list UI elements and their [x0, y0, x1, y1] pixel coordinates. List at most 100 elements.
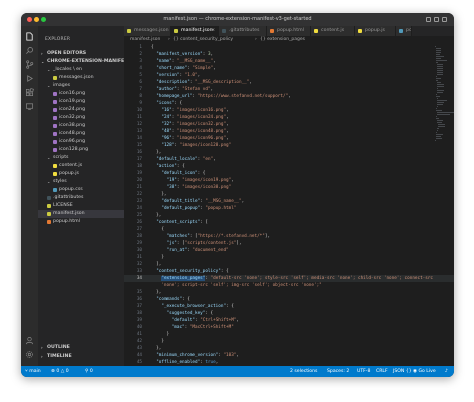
file-item[interactable]: popup.css: [38, 186, 124, 194]
files-icon[interactable]: [25, 32, 34, 41]
code-line[interactable]: 16 },: [124, 149, 454, 156]
code-line[interactable]: 4 "short_name": "Simple",: [124, 65, 454, 72]
folder-item[interactable]: ⌄ _locales \ en: [38, 66, 124, 74]
code-line[interactable]: 19 "default_icon": {: [124, 170, 454, 177]
code-line[interactable]: 34 "extension_pages": "default-src 'none…: [124, 275, 454, 282]
run-debug-icon[interactable]: [25, 74, 34, 83]
file-item[interactable]: popup.html: [38, 218, 124, 226]
code-line[interactable]: 2 "manifest_version": 3,: [124, 51, 454, 58]
code-line[interactable]: 1{: [124, 44, 454, 51]
code-line[interactable]: 42 }: [124, 338, 454, 345]
breadcrumb-csp[interactable]: {} content_security_policy: [173, 36, 233, 44]
code-line[interactable]: 35 },: [124, 289, 454, 296]
code-line[interactable]: 18 "action": {: [124, 163, 454, 170]
encoding-status[interactable]: UTF-8: [357, 366, 370, 377]
code-line[interactable]: 39 "default": "Ctrl+Shift+M",: [124, 317, 454, 324]
breadcrumb-file[interactable]: manifest.json: [130, 36, 160, 44]
code-line[interactable]: 30 "run_at": "document_end": [124, 247, 454, 254]
file-item[interactable]: icon16.png: [38, 90, 124, 98]
code-line[interactable]: 13 "48": "images/icon48.png",: [124, 128, 454, 135]
code-line[interactable]: 36 "commands": {: [124, 296, 454, 303]
tab-po[interactable]: po: [396, 26, 412, 36]
toggle-panel-icon[interactable]: [434, 17, 439, 22]
file-item[interactable]: popup.js: [38, 170, 124, 178]
file-item[interactable]: manifest.json: [38, 210, 124, 218]
source-control-icon[interactable]: [25, 60, 34, 69]
code-line[interactable]: 28 "matches": ["https://*.stefanvd.net/*…: [124, 233, 454, 240]
code-editor[interactable]: 1{2 "manifest_version": 3, 3 "name": "__M…: [124, 44, 454, 366]
file-item[interactable]: content.js: [38, 162, 124, 170]
file-item[interactable]: .gitattributes: [38, 194, 124, 202]
tab-gitattributes[interactable]: .gitattributes: [219, 26, 267, 36]
code-line[interactable]: 26 "content_scripts": [: [124, 219, 454, 226]
tab-manifest-json[interactable]: manifest.json ×: [171, 26, 219, 36]
settings-gear-icon[interactable]: [25, 350, 34, 359]
go-live-button[interactable]: ◉ Go Live: [413, 366, 436, 377]
file-item[interactable]: icon48.png: [38, 130, 124, 138]
code-line[interactable]: 7 "author": "Stefan vd",: [124, 86, 454, 93]
code-line[interactable]: 32 ],: [124, 261, 454, 268]
code-line[interactable]: 25 },: [124, 212, 454, 219]
file-item[interactable]: icon96.png: [38, 138, 124, 146]
code-line[interactable]: 41 }: [124, 331, 454, 338]
timeline-section[interactable]: › TIMELINE: [38, 353, 124, 361]
code-line[interactable]: 6 "description": "__MSG_description__",: [124, 79, 454, 86]
file-item[interactable]: icon32.png: [38, 114, 124, 122]
outline-section[interactable]: › OUTLINE: [38, 344, 124, 352]
code-line[interactable]: 5 "version": "1.0",: [124, 72, 454, 79]
code-line[interactable]: 43 },: [124, 345, 454, 352]
file-item[interactable]: icon19.png: [38, 98, 124, 106]
code-line[interactable]: 17 "default_locale": "en",: [124, 156, 454, 163]
remote-explorer-icon[interactable]: [25, 102, 34, 111]
extensions-icon[interactable]: [25, 88, 34, 97]
code-line[interactable]: 31 }: [124, 254, 454, 261]
code-line[interactable]: 45 "offline_enabled": true,: [124, 359, 454, 366]
code-line[interactable]: 29 "js": ["scripts/content.js"],: [124, 240, 454, 247]
search-icon[interactable]: [25, 46, 34, 55]
code-line[interactable]: 12 "32": "images/icon32.png",: [124, 121, 454, 128]
file-item[interactable]: messages.json: [38, 74, 124, 82]
breadcrumb-extension-pages[interactable]: {} extension_pages: [260, 36, 305, 44]
code-line[interactable]: 27 {: [124, 226, 454, 233]
ports-status[interactable]: ⚲ 0: [85, 366, 93, 377]
indentation-status[interactable]: Spaces: 2: [327, 366, 349, 377]
code-line[interactable]: 20 "19": "images/icon19.png",: [124, 177, 454, 184]
tab-popup-js[interactable]: popup.js: [355, 26, 396, 36]
toggle-secondary-sidebar-icon[interactable]: [442, 17, 447, 22]
problems-status[interactable]: ⊗ 0 △ 0: [51, 366, 69, 377]
minimap[interactable]: [434, 44, 454, 194]
folder-item[interactable]: ⌄ styles: [38, 178, 124, 186]
code-line[interactable]: 9 "icons": {: [124, 100, 454, 107]
branch-status[interactable]: ⑂ main: [25, 366, 41, 377]
file-item[interactable]: icon38.png: [38, 122, 124, 130]
close-tab-icon[interactable]: ×: [211, 26, 215, 36]
workspace-section[interactable]: ⌄ CHROME-EXTENSION-MANIFEST...: [38, 58, 124, 66]
code-line[interactable]: 44 "minimum_chrome_version": "103",: [124, 352, 454, 359]
code-line[interactable]: 15 "128": "images/icon128.png": [124, 142, 454, 149]
tab-messages-json[interactable]: messages.json: [124, 26, 171, 36]
language-mode-status[interactable]: JSON {}: [393, 366, 412, 377]
code-line[interactable]: 8 "homepage_url": "https://www.stefanvd.…: [124, 93, 454, 100]
code-line[interactable]: 40 "mac": "MacCtrl+Shift+M": [124, 324, 454, 331]
selection-status[interactable]: 2 selections: [290, 366, 317, 377]
code-line[interactable]: 38 "suggested_key": {: [124, 310, 454, 317]
notifications-bell-icon[interactable]: ♪: [445, 366, 448, 377]
file-item[interactable]: icon128.png: [38, 146, 124, 154]
toggle-primary-sidebar-icon[interactable]: [426, 17, 431, 22]
code-line[interactable]: 37 "_execute_browser_action": {: [124, 303, 454, 310]
code-line[interactable]: 10 "16": "images/icon16.png",: [124, 107, 454, 114]
eol-status[interactable]: CRLF: [376, 366, 388, 377]
code-line[interactable]: 3 "name": "__MSG_name__",: [124, 58, 454, 65]
folder-item[interactable]: ⌄ scripts: [38, 154, 124, 162]
file-item[interactable]: LICENSE: [38, 202, 124, 210]
tab-popup-html[interactable]: popup.html: [267, 26, 311, 36]
open-editors-section[interactable]: › OPEN EDITORS: [38, 50, 124, 58]
file-item[interactable]: icon24.png: [38, 106, 124, 114]
code-line[interactable]: 23 "default_title": "__MSG_name__",: [124, 198, 454, 205]
folder-item[interactable]: ⌄ images: [38, 82, 124, 90]
code-line[interactable]: 33 "content_security_policy": {: [124, 268, 454, 275]
code-line[interactable]: 22 },: [124, 191, 454, 198]
account-icon[interactable]: [25, 336, 34, 345]
code-line[interactable]: 14 "96": "images/icon96.png",: [124, 135, 454, 142]
tab-content-js[interactable]: content.js: [311, 26, 355, 36]
